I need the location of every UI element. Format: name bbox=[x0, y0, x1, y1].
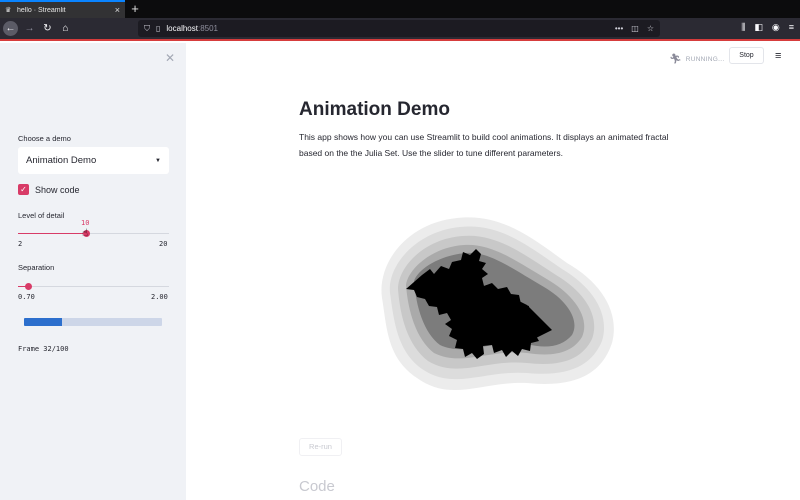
separation-max: 2.00 bbox=[151, 293, 168, 301]
menu-icon[interactable]: ≡ bbox=[789, 22, 794, 33]
show-code-checkbox[interactable]: ✓ bbox=[18, 184, 29, 195]
pocket-icon[interactable]: ◫ bbox=[631, 24, 639, 33]
page-title: Animation Demo bbox=[299, 99, 450, 120]
close-tab-icon[interactable]: × bbox=[115, 5, 120, 15]
separation-slider[interactable] bbox=[18, 283, 169, 290]
streamlit-crown-icon: ♛ bbox=[5, 6, 12, 14]
separation-thumb[interactable] bbox=[25, 283, 32, 290]
page-description: This app shows how you can use Streamlit… bbox=[299, 132, 669, 158]
level-of-detail-fill bbox=[18, 233, 86, 234]
level-of-detail-slider[interactable] bbox=[18, 230, 169, 237]
demo-select[interactable]: Animation Demo ▼ bbox=[18, 147, 169, 174]
running-man-icon: 🏃︎ bbox=[669, 54, 682, 65]
code-heading: Code bbox=[299, 478, 335, 495]
browser-tab[interactable]: ♛ hello · Streamlit × bbox=[0, 0, 125, 18]
url-port: :8501 bbox=[197, 24, 219, 33]
sidebar-toggle-icon[interactable]: ◧ bbox=[754, 22, 763, 33]
reload-button[interactable]: ↻ bbox=[40, 21, 55, 36]
back-button[interactable]: ← bbox=[3, 21, 18, 36]
browser-toolbar: ← → ↻ ⌂ ⛉ ▯ localhost :8501 ••• ◫ ☆ ⫼ ◧ … bbox=[0, 18, 800, 41]
page-info-icon[interactable]: ▯ bbox=[156, 24, 160, 33]
level-of-detail-value: 10 bbox=[81, 219, 90, 227]
main-content: 🏃︎ RUNNING... Stop ≡ Animation Demo This… bbox=[186, 43, 800, 500]
library-icon[interactable]: ⫼ bbox=[741, 22, 745, 33]
rerun-button[interactable]: Re-run bbox=[299, 438, 342, 456]
running-text: RUNNING... bbox=[685, 56, 725, 63]
frame-counter: Frame 32/100 bbox=[18, 345, 69, 353]
close-sidebar-icon[interactable]: ✕ bbox=[165, 51, 175, 65]
browser-tab-bar: ♛ hello · Streamlit × + bbox=[0, 0, 800, 18]
show-code-checkbox-row[interactable]: ✓ Show code bbox=[18, 184, 80, 195]
sidebar: ✕ Choose a demo Animation Demo ▼ ✓ Show … bbox=[0, 43, 186, 500]
separation-min: 0.70 bbox=[18, 293, 35, 301]
home-button[interactable]: ⌂ bbox=[58, 21, 73, 36]
hamburger-menu-icon[interactable]: ≡ bbox=[775, 50, 781, 62]
show-code-label: Show code bbox=[35, 184, 80, 195]
shield-icon[interactable]: ⛉ bbox=[144, 24, 150, 34]
bookmark-star-icon[interactable]: ☆ bbox=[647, 24, 654, 33]
url-host: localhost bbox=[166, 24, 198, 33]
more-actions-icon[interactable]: ••• bbox=[615, 24, 623, 33]
level-of-detail-min: 2 bbox=[18, 240, 23, 248]
choose-demo-label: Choose a demo bbox=[18, 134, 71, 143]
separation-label: Separation bbox=[18, 263, 55, 272]
level-of-detail-max: 20 bbox=[159, 240, 168, 248]
stop-button[interactable]: Stop bbox=[729, 47, 764, 64]
running-status: 🏃︎ RUNNING... bbox=[669, 54, 724, 65]
progress-bar-fill bbox=[24, 318, 62, 326]
account-icon[interactable]: ◉ bbox=[772, 22, 780, 33]
new-tab-button[interactable]: + bbox=[128, 1, 142, 17]
forward-button[interactable]: → bbox=[22, 21, 37, 36]
julia-fractal-image bbox=[381, 217, 614, 391]
tab-title: hello · Streamlit bbox=[17, 6, 66, 14]
hand-cursor-icon: ☝ bbox=[82, 228, 89, 239]
progress-bar bbox=[24, 318, 162, 326]
url-bar[interactable]: ⛉ ▯ localhost :8501 ••• ◫ ☆ bbox=[138, 20, 660, 37]
caret-down-icon: ▼ bbox=[155, 157, 161, 164]
demo-select-value: Animation Demo bbox=[26, 155, 97, 166]
level-of-detail-label: Level of detail bbox=[18, 211, 65, 220]
